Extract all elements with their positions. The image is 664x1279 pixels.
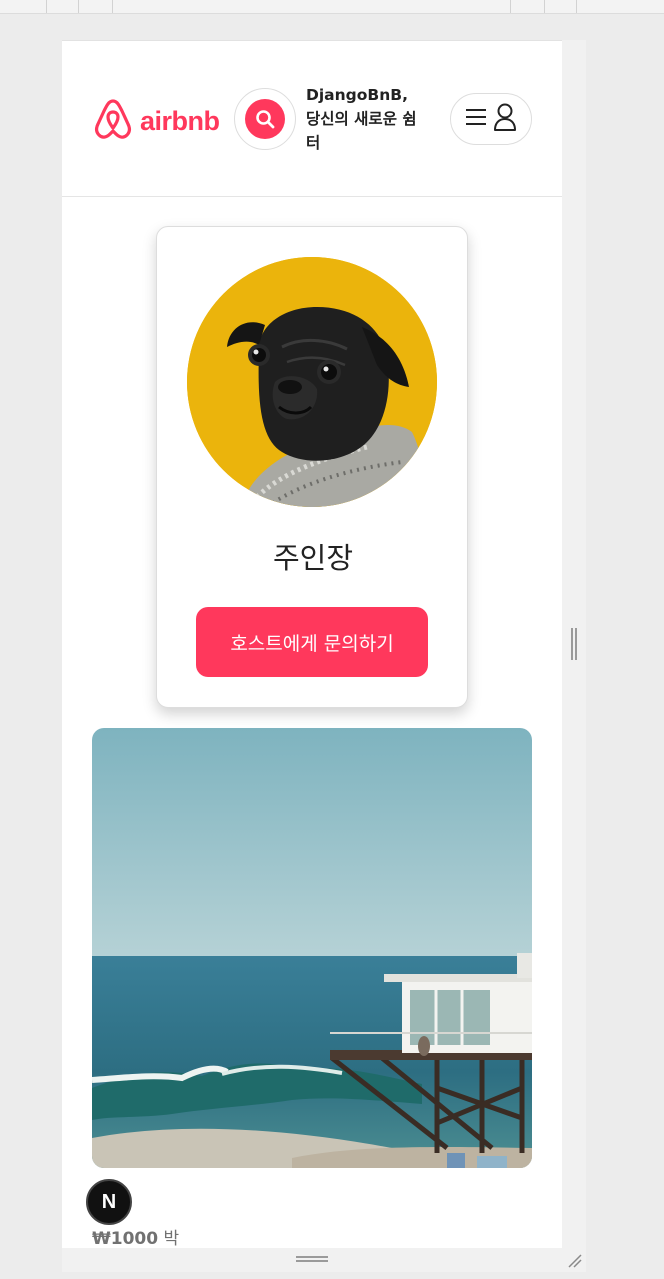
search-button[interactable] (234, 88, 296, 150)
listing-price-unit: 박 (158, 1229, 180, 1248)
airbnb-logo[interactable]: airbnb (94, 97, 220, 145)
horizontal-resize-handle[interactable] (296, 1256, 328, 1262)
vertical-resize-handle[interactable] (571, 628, 577, 660)
listing-price-amount: ₩1000 (92, 1229, 159, 1248)
user-menu-button[interactable] (450, 93, 532, 145)
device-toolbar-ruler (0, 0, 664, 14)
user-icon (492, 102, 518, 136)
site-header: airbnb DjangoBnB, 당신의 새로운 쉼터 (62, 41, 562, 197)
resize-grip-icon[interactable] (566, 1252, 582, 1268)
next-dev-badge-icon[interactable]: N (86, 1179, 132, 1225)
host-card: 주인장 호스트에게 문의하기 (156, 226, 468, 708)
hamburger-menu-icon (464, 107, 488, 131)
listing-photo[interactable] (92, 728, 532, 1168)
search-icon (245, 99, 285, 139)
host-name: 주인장 (272, 541, 354, 575)
host-avatar (187, 257, 437, 507)
site-tagline: DjangoBnB, 당신의 새로운 쉼터 (306, 86, 417, 152)
airbnb-logo-icon (94, 97, 132, 145)
contact-host-button[interactable]: 호스트에게 문의하기 (196, 607, 428, 677)
logo-wordmark: airbnb (140, 105, 220, 136)
listing-price: ₩1000 박 (92, 1224, 179, 1248)
device-viewport: airbnb DjangoBnB, 당신의 새로운 쉼터 주인장 호스트에게 문… (62, 40, 562, 1248)
